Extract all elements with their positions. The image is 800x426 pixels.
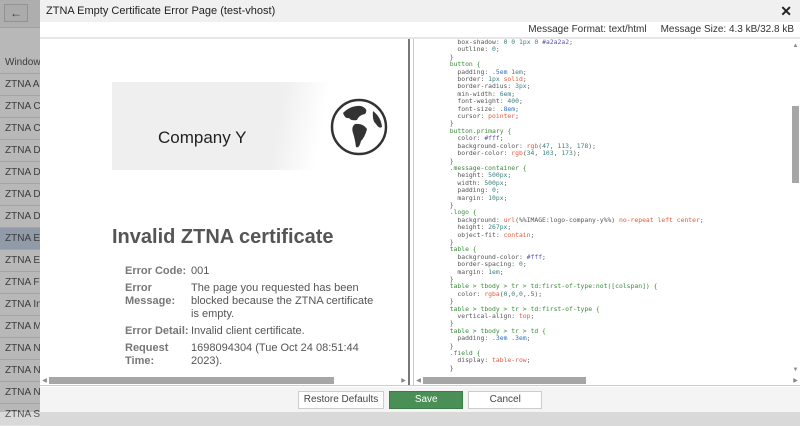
error-row: Error Detail: Invalid client certificate. <box>125 323 381 340</box>
cancel-button[interactable]: Cancel <box>468 390 543 409</box>
save-button[interactable]: Save <box>389 390 464 409</box>
code-line: cursor: pointer; <box>442 112 519 121</box>
code-line: padding: .3em .3em; <box>442 334 531 343</box>
logo-brush-edge <box>270 82 330 170</box>
code-line: } <box>442 363 454 372</box>
editor-horizontal-scrollbar[interactable]: ◀ ▶ <box>414 376 800 385</box>
preview-pane: Company Y Invalid ZTNA certificate Error… <box>40 39 408 385</box>
message-size: Message Size: 4.3 kB/32.8 kB <box>660 24 794 35</box>
error-value: Invalid client certificate. <box>191 325 305 337</box>
code-line: margin: 10px; <box>442 193 508 202</box>
scroll-right-icon[interactable]: ▶ <box>791 377 800 384</box>
error-row: Error Message: The page you requested has… <box>125 280 381 323</box>
logo-company-name: Company Y <box>158 128 247 147</box>
scroll-left-icon[interactable]: ◀ <box>40 377 49 384</box>
restore-defaults-button[interactable]: Restore Defaults <box>297 390 385 409</box>
dialog-titlebar: ZTNA Empty Certificate Error Page (test-… <box>40 0 800 22</box>
error-value: The page you requested has been blocked … <box>191 282 374 320</box>
editor-vertical-scrollbar[interactable]: ▲ ▼ <box>791 39 800 377</box>
scrollbar-thumb[interactable] <box>792 106 799 183</box>
error-label: Error Message: <box>125 282 176 307</box>
error-row: Request Time: 1698094304 (Tue Oct 24 08:5… <box>125 340 381 370</box>
code-line: } <box>442 200 454 209</box>
scrollbar-thumb[interactable] <box>49 377 334 384</box>
error-value: 001 <box>191 265 210 277</box>
html-code-editor[interactable]: box-shadow: 0 0 1px 0 #a2a2a2; outline: … <box>414 39 800 385</box>
code-line: outline: 0; <box>442 45 500 54</box>
code-line: margin: 1em; <box>442 267 504 276</box>
scroll-down-icon[interactable]: ▼ <box>791 367 800 373</box>
code-line: object-fit: contain; <box>442 230 535 239</box>
error-heading: Invalid ZTNA certificate <box>112 226 334 248</box>
edit-replacement-message-dialog: ZTNA Empty Certificate Error Page (test-… <box>40 0 800 412</box>
message-format: Message Format: text/html <box>528 24 647 35</box>
code-line: } <box>442 237 454 246</box>
scrollbar-thumb[interactable] <box>423 377 586 384</box>
code-line: vertical-align: top; <box>442 312 535 321</box>
code-line: display: table-row; <box>442 356 531 365</box>
error-label: Error Code: <box>125 265 187 277</box>
close-icon[interactable]: ✕ <box>780 3 792 20</box>
code-content[interactable]: box-shadow: 0 0 1px 0 #a2a2a2; outline: … <box>442 39 704 372</box>
code-line: border-color: rgb(34, 103, 173); <box>442 149 581 158</box>
error-value: 1698094304 (Tue Oct 24 08:51:44 2023). <box>191 342 359 367</box>
scroll-right-icon[interactable]: ▶ <box>399 377 408 384</box>
message-info-bar: Message Format: text/html Message Size: … <box>40 22 800 39</box>
error-label: Error Detail: <box>125 325 189 337</box>
dialog-footer: Restore Defaults Save Cancel <box>40 387 800 412</box>
error-label: Request Time: <box>125 342 169 367</box>
scroll-left-icon[interactable]: ◀ <box>414 377 423 384</box>
code-line: } <box>442 52 454 61</box>
error-row: Error Code: 001 <box>125 263 381 280</box>
code-line: color: rgba(0,0,0,.5); <box>442 289 543 298</box>
preview-horizontal-scrollbar[interactable]: ◀ ▶ <box>40 376 408 385</box>
error-details-table: Error Code: 001 Error Message: The page you… <box>125 263 381 370</box>
dialog-title: ZTNA Empty Certificate Error Page (test-… <box>46 5 276 17</box>
globe-icon <box>330 98 388 156</box>
code-line: } <box>442 341 454 350</box>
scroll-up-icon[interactable]: ▲ <box>791 43 800 49</box>
